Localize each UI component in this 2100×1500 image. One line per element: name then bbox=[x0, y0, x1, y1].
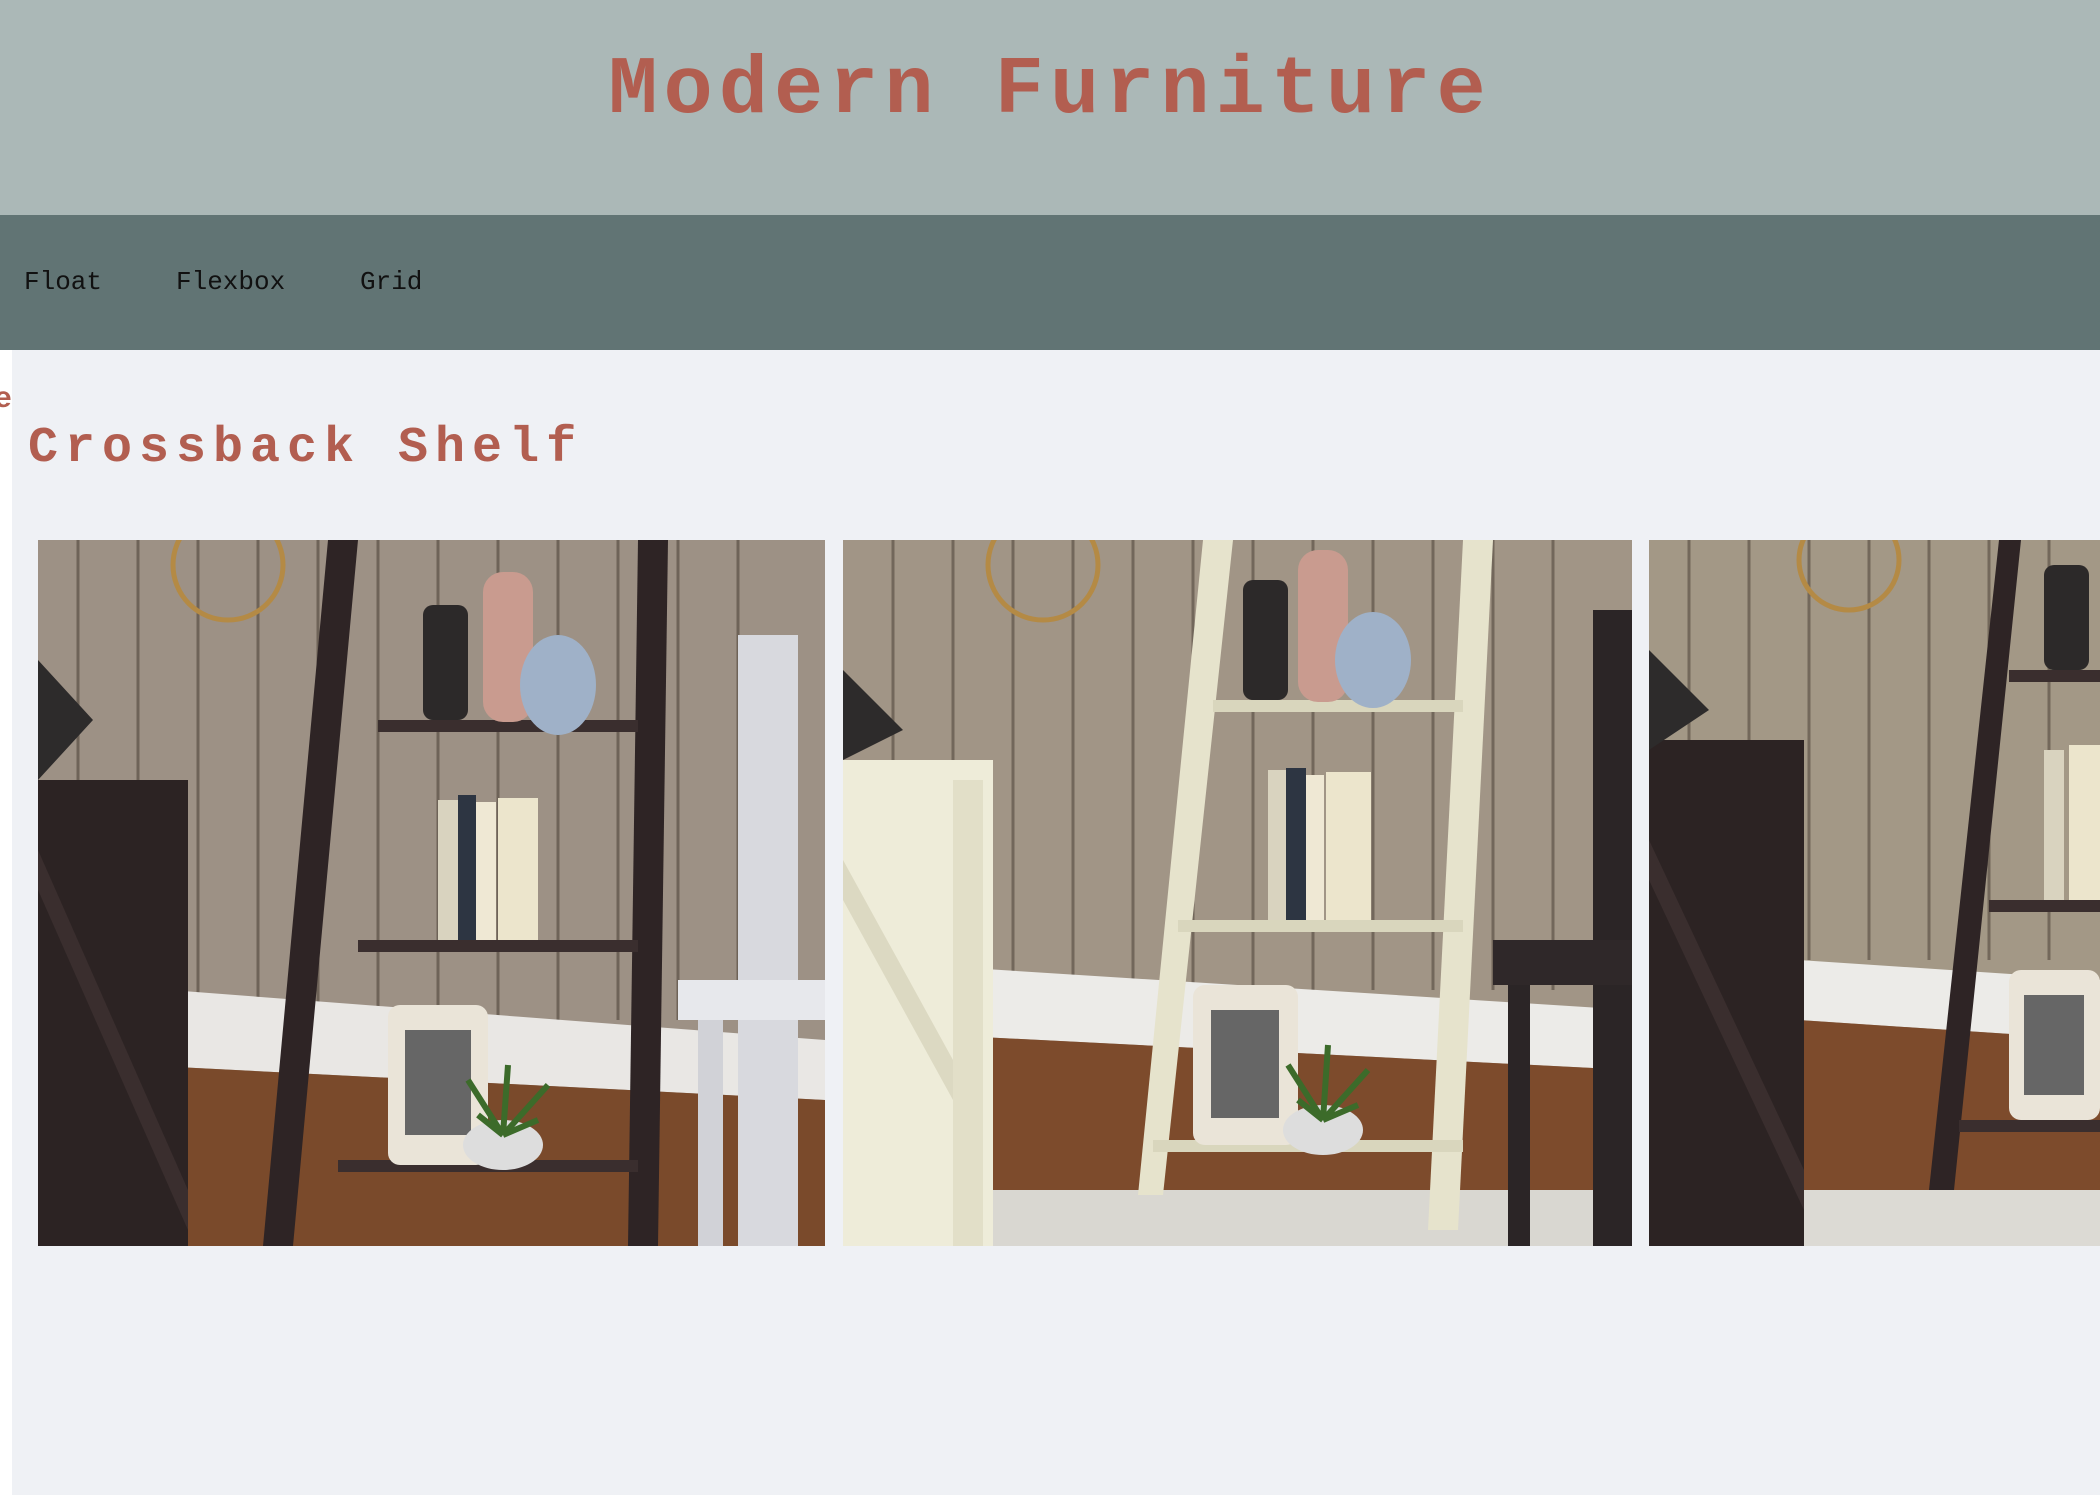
nav-link-float[interactable]: Float bbox=[24, 267, 102, 297]
site-title: Modern Furniture bbox=[608, 44, 1492, 137]
nav-link-flexbox[interactable]: Flexbox bbox=[176, 267, 285, 297]
ivory-shelf-photo bbox=[843, 540, 1632, 1246]
site-header: Modern Furniture bbox=[0, 0, 2100, 215]
espresso-shelf-photo bbox=[38, 540, 825, 1246]
main-nav: Float Flexbox Grid bbox=[0, 215, 2100, 350]
product-title: Crossback Shelf bbox=[28, 420, 584, 477]
espresso-shelf-photo-cropped bbox=[1649, 540, 2100, 1246]
nav-link-grid[interactable]: Grid bbox=[360, 267, 422, 297]
clipped-heading-fragment: e bbox=[0, 383, 13, 417]
